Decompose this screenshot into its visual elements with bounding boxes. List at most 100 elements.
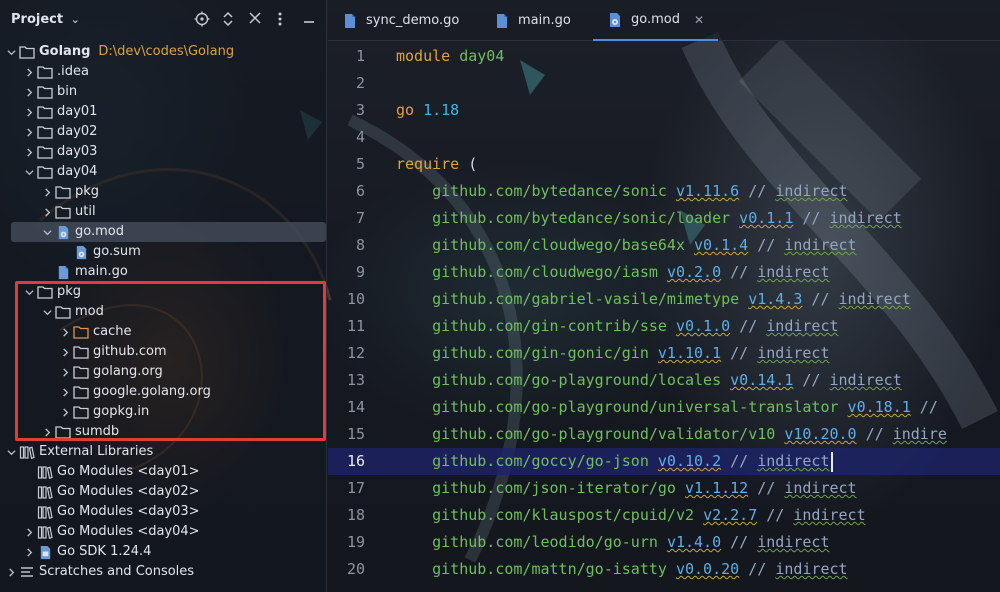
tree-item-scratch[interactable]: Scratches and Consoles — [0, 562, 327, 582]
tree-item-gosum[interactable]: go.sum — [0, 242, 327, 262]
tree-item-gomod[interactable]: go.mod — [11, 222, 326, 242]
chevron-right-icon[interactable] — [58, 362, 72, 382]
tree-item-day03[interactable]: day03 — [0, 142, 327, 162]
tree-item-day04-util[interactable]: util — [0, 202, 327, 222]
code-content: require ( — [396, 151, 477, 178]
chevron-right-icon[interactable] — [58, 342, 72, 362]
chevron-down-icon[interactable] — [40, 222, 54, 242]
code-line[interactable]: 9 github.com/cloudwego/iasm v0.2.0 // in… — [328, 259, 1000, 286]
chevron-down-icon[interactable] — [22, 282, 36, 302]
tree-item-cache[interactable]: cache — [0, 322, 327, 342]
code-line[interactable]: 12 github.com/gin-gonic/gin v1.10.1 // i… — [328, 340, 1000, 367]
code-line[interactable]: 6 github.com/bytedance/sonic v1.11.6 // … — [328, 178, 1000, 205]
tab-sync-demo-go[interactable]: sync_demo.go — [342, 0, 459, 41]
text-caret — [830, 451, 833, 472]
tree-item-github[interactable]: github.com — [0, 342, 327, 362]
code-line[interactable]: 16 github.com/goccy/go-json v0.10.2 // i… — [328, 448, 1000, 475]
chevron-right-icon[interactable] — [40, 182, 54, 202]
tree-item-gm1[interactable]: Go Modules <day01> — [0, 462, 327, 482]
dependency-version: v0.18.1 — [847, 398, 911, 416]
close-tab-icon[interactable]: ✕ — [694, 13, 704, 27]
code-line[interactable]: 13 github.com/go-playground/locales v0.1… — [328, 367, 1000, 394]
code-line[interactable]: 8 github.com/cloudwego/base64x v0.1.4 //… — [328, 232, 1000, 259]
tree-item-root[interactable]: Golang D:\dev\codes\Golang — [0, 42, 327, 62]
indirect-marker: indirect — [757, 533, 830, 551]
chevron-right-icon[interactable] — [58, 382, 72, 402]
indirect-marker: indirect — [757, 452, 830, 470]
chevron-down-icon[interactable] — [40, 302, 54, 322]
tab-go-mod[interactable]: go.mod ✕ — [593, 0, 719, 41]
chevron-right-icon[interactable] — [22, 82, 36, 102]
tree-item-gosdk[interactable]: Go SDK 1.24.4 — [0, 542, 327, 562]
code-line[interactable]: 20 github.com/mattn/go-isatty v0.0.20 //… — [328, 556, 1000, 583]
comment: // — [730, 263, 758, 281]
tree-item-extlib[interactable]: External Libraries — [0, 442, 327, 462]
code-line[interactable]: 3 go 1.18 — [328, 97, 1000, 124]
chevron-right-icon[interactable] — [40, 422, 54, 442]
code-editor[interactable]: 1 module day04 2 3 go 1.18 4 5 require (6 githu… — [328, 42, 1000, 592]
code-line[interactable]: 17 github.com/json-iterator/go v1.1.12 /… — [328, 475, 1000, 502]
chevron-right-icon[interactable] — [58, 402, 72, 422]
dependency-path: github.com/go-playground/locales — [432, 371, 722, 389]
tree-item-label: External Libraries — [39, 444, 154, 459]
chevron-right-icon[interactable] — [4, 562, 18, 582]
tree-item-day02[interactable]: day02 — [0, 122, 327, 142]
chevron-down-icon[interactable] — [4, 42, 18, 62]
tree-item-google[interactable]: google.golang.org — [0, 382, 327, 402]
tree-item-day04[interactable]: day04 — [0, 162, 327, 182]
tab-label: sync_demo.go — [366, 13, 460, 28]
tree-item-gm2[interactable]: Go Modules <day02> — [0, 482, 327, 502]
locate-icon[interactable] — [193, 11, 211, 29]
tree-item-gm3[interactable]: Go Modules <day03> — [0, 502, 327, 522]
tree-item-day01[interactable]: day01 — [0, 102, 327, 122]
line-number: 11 — [346, 317, 365, 335]
tree-item-day04-pkg[interactable]: pkg — [0, 182, 327, 202]
tree-item-sumdb[interactable]: sumdb — [0, 422, 327, 442]
chevron-right-icon[interactable] — [22, 102, 36, 122]
code-line[interactable]: 14 github.com/go-playground/universal-tr… — [328, 394, 1000, 421]
tree-item-maingo[interactable]: main.go — [0, 262, 327, 282]
tree-item-gopkg[interactable]: gopkg.in — [0, 402, 327, 422]
code-content: github.com/go-playground/locales v0.14.1… — [396, 367, 902, 394]
comment: // — [865, 425, 893, 443]
chevron-right-icon[interactable] — [22, 122, 36, 142]
tab-main-go[interactable]: main.go — [494, 0, 571, 41]
chevron-right-icon[interactable] — [40, 202, 54, 222]
tree-item-label: gopkg.in — [93, 404, 150, 419]
chevron-down-icon[interactable] — [4, 442, 18, 462]
code-line[interactable]: 4 — [328, 124, 1000, 151]
line-number: 5 — [355, 155, 365, 173]
close-icon[interactable] — [246, 11, 264, 29]
code-line[interactable]: 18 github.com/klauspost/cpuid/v2 v2.2.7 … — [328, 502, 1000, 529]
chevron-right-icon[interactable] — [22, 62, 36, 82]
comment: // — [730, 344, 758, 362]
tree-item-label: google.golang.org — [93, 384, 211, 399]
hide-panel-icon[interactable] — [300, 11, 318, 29]
expand-collapse-icon[interactable] — [219, 11, 237, 29]
dependency-version: v0.1.4 — [694, 236, 749, 254]
comment: // — [757, 479, 785, 497]
chevron-down-icon[interactable] — [22, 162, 36, 182]
code-line[interactable]: 7 github.com/bytedance/sonic/loader v0.1… — [328, 205, 1000, 232]
code-line[interactable]: 19 github.com/leodido/go-urn v1.4.0 // i… — [328, 529, 1000, 556]
code-line[interactable]: 1 module day04 — [328, 43, 1000, 70]
chevron-right-icon[interactable] — [22, 522, 36, 542]
chevron-right-icon[interactable] — [22, 542, 36, 562]
code-line[interactable]: 5 require ( — [328, 151, 1000, 178]
code-line[interactable]: 2 — [328, 70, 1000, 97]
code-line[interactable]: 10 github.com/gabriel-vasile/mimetype v1… — [328, 286, 1000, 313]
tree-item-bin[interactable]: bin — [0, 82, 327, 102]
chevron-right-icon[interactable] — [22, 142, 36, 162]
line-number: 17 — [346, 479, 365, 497]
tree-item-gm4[interactable]: Go Modules <day04> — [0, 522, 327, 542]
code-content: github.com/bytedance/sonic/loader v0.1.1… — [396, 205, 902, 232]
tree-item-idea[interactable]: .idea — [0, 62, 327, 82]
tree-item-pkg[interactable]: pkg — [0, 282, 327, 302]
chevron-right-icon[interactable] — [58, 322, 72, 342]
tree-item-golang[interactable]: golang.org — [0, 362, 327, 382]
project-view-selector[interactable]: Project ⌄ — [11, 12, 80, 27]
tree-item-mod[interactable]: mod — [0, 302, 327, 322]
code-line[interactable]: 15 github.com/go-playground/validator/v1… — [328, 421, 1000, 448]
code-line[interactable]: 11 github.com/gin-contrib/sse v0.1.0 // … — [328, 313, 1000, 340]
more-icon[interactable] — [271, 11, 289, 29]
